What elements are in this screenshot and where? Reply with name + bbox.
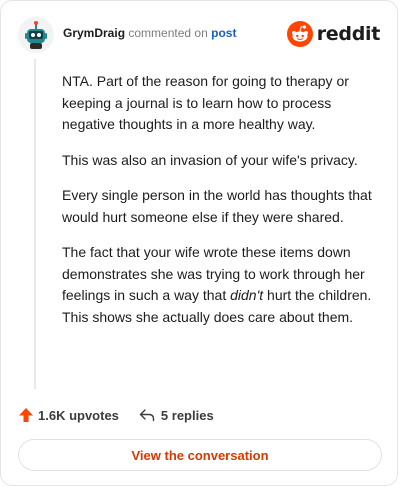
reddit-brand[interactable]: reddit bbox=[286, 20, 381, 48]
comment-paragraph: Every single person in the world has tho… bbox=[62, 187, 372, 225]
comment-footer: 1.6K upvotes 5 replies bbox=[18, 404, 214, 426]
thread-line bbox=[34, 59, 36, 389]
post-link[interactable]: post bbox=[211, 26, 236, 40]
comment-meta: GrymDraig commented on post bbox=[63, 26, 236, 40]
robot-avatar-icon[interactable] bbox=[18, 17, 54, 53]
author-name[interactable]: GrymDraig bbox=[63, 26, 125, 40]
action-text: commented on bbox=[128, 26, 208, 40]
comment-paragraph: This was also an invasion of your wife's… bbox=[62, 151, 358, 168]
comment-body: NTA. Part of the reason for going to the… bbox=[62, 71, 382, 342]
emphasis-text: didn't bbox=[230, 287, 264, 303]
reply-arrow-icon bbox=[139, 409, 155, 422]
comment-header: GrymDraig commented on post reddit bbox=[18, 17, 380, 53]
reply-count: 5 replies bbox=[160, 407, 214, 423]
replies-button[interactable]: 5 replies bbox=[139, 408, 214, 423]
reddit-logo-icon bbox=[286, 21, 313, 47]
upvote-arrow-icon bbox=[19, 408, 33, 422]
comment-paragraph: NTA. Part of the reason for going to the… bbox=[62, 73, 349, 132]
brand-wordmark: reddit bbox=[316, 23, 381, 45]
upvote-button[interactable]: 1.6K upvotes bbox=[18, 407, 119, 423]
upvote-count: 1.6K upvotes bbox=[38, 407, 119, 423]
comment-paragraph: The fact that your wife wrote these item… bbox=[62, 242, 382, 328]
comment-card: GrymDraig commented on post reddit NTA. … bbox=[0, 0, 398, 486]
view-conversation-button[interactable]: View the conversation bbox=[18, 439, 382, 471]
